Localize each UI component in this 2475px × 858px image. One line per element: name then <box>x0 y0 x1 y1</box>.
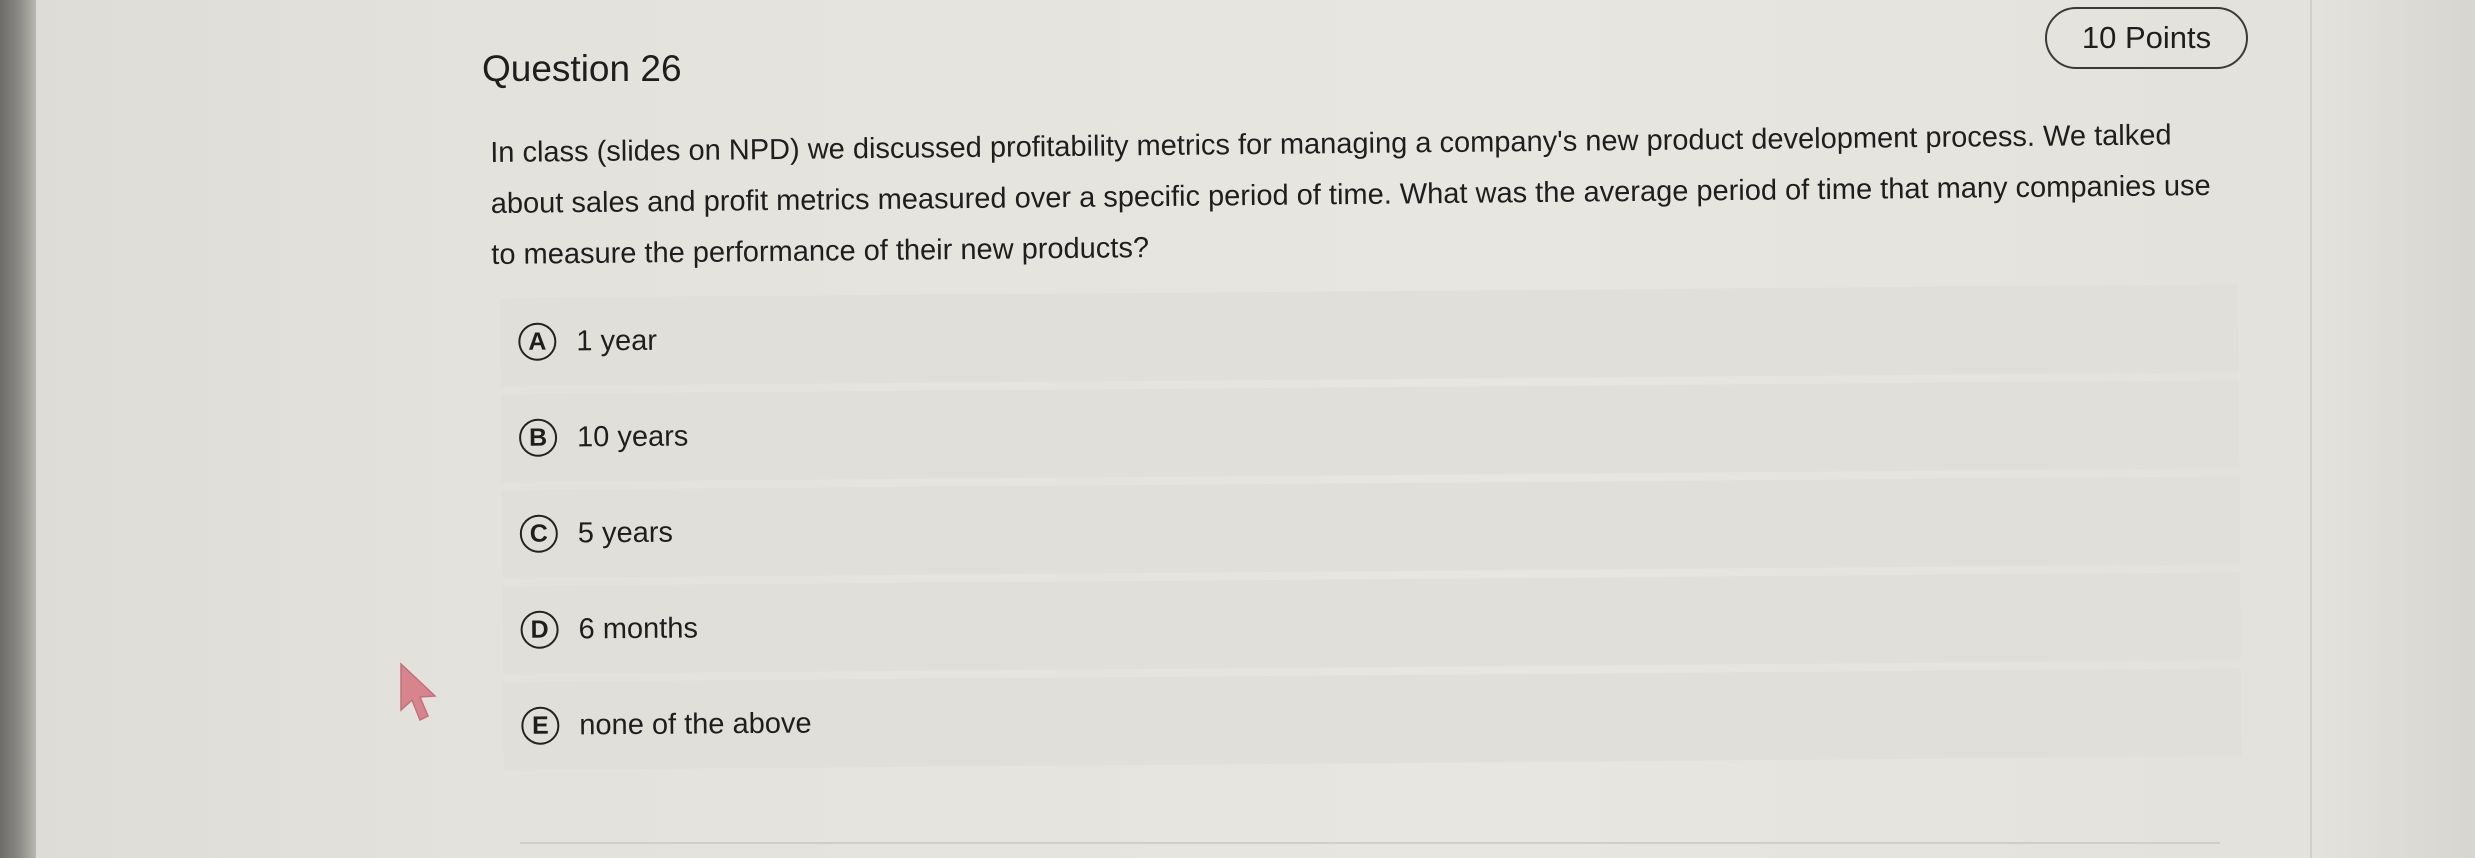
option-letter-d: D <box>520 610 559 649</box>
option-label-c: 5 years <box>577 516 674 549</box>
option-b[interactable]: B 10 years <box>500 380 2240 482</box>
content-border <box>2310 0 2312 858</box>
option-label-e: none of the above <box>579 707 812 741</box>
option-d[interactable]: D 6 months <box>502 572 2241 674</box>
option-letter-a: A <box>518 322 557 361</box>
mouse-pointer-icon <box>400 662 437 722</box>
points-badge: 10 Points <box>2045 7 2248 69</box>
option-letter-e: E <box>521 706 560 745</box>
option-label-d: 6 months <box>578 611 699 645</box>
option-label-a: 1 year <box>576 324 658 357</box>
option-label-b: 10 years <box>576 420 689 453</box>
option-c[interactable]: C 5 years <box>501 476 2241 578</box>
option-letter-b: B <box>518 418 558 457</box>
bottom-divider <box>520 842 2220 844</box>
question-title: Question 26 <box>482 48 682 89</box>
screen-shade <box>2315 0 2475 858</box>
option-e[interactable]: E none of the above <box>503 668 2242 770</box>
screen-bezel <box>0 0 36 858</box>
answer-options: A 1 year B 10 years C 5 years D 6 months… <box>500 284 2242 778</box>
option-a[interactable]: A 1 year <box>500 284 2239 386</box>
option-letter-c: C <box>519 514 559 553</box>
question-text: In class (slides on NPD) we discussed pr… <box>490 119 2211 271</box>
